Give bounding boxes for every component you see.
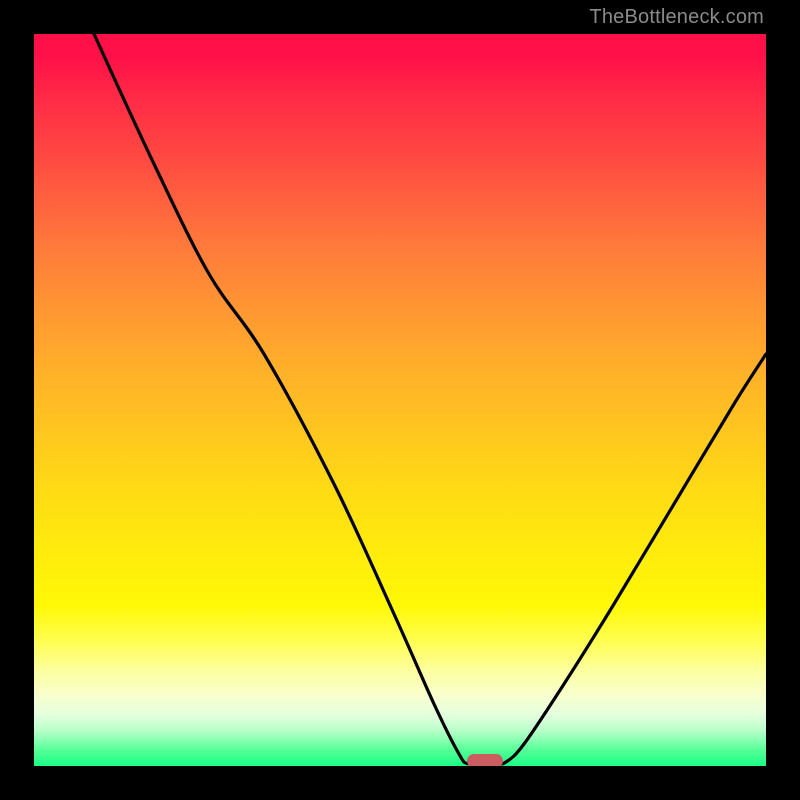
optimum-marker [467,754,503,766]
chart-frame: TheBottleneck.com [0,0,800,800]
watermark-text: TheBottleneck.com [589,6,764,29]
bottleneck-curve [34,34,766,766]
plot-area [34,34,766,766]
